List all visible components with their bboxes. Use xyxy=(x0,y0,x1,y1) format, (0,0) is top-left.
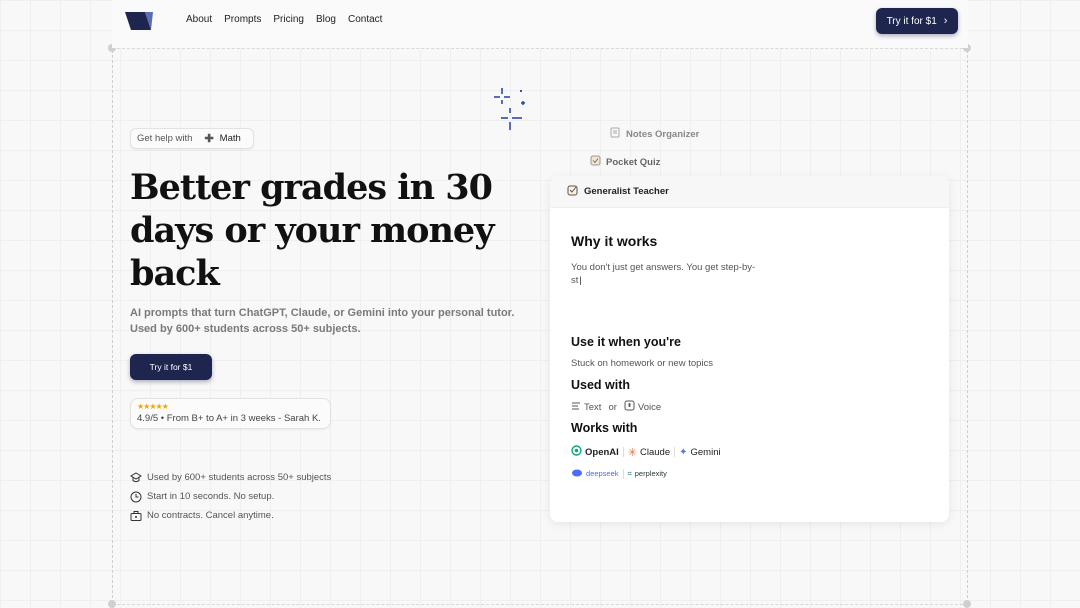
rating-stars: ★★★★★ xyxy=(137,402,169,411)
nav-link-blog[interactable]: Blog xyxy=(316,14,336,25)
used-with-title: Used with xyxy=(571,378,631,392)
feature-item: Start in 10 seconds. No setup. xyxy=(130,487,331,506)
models-row-2: deepseek ⌗ perplexity xyxy=(571,468,667,479)
nav-link-prompts[interactable]: Prompts xyxy=(224,14,261,25)
use-text: Stuck on homework or new topics xyxy=(571,358,714,369)
hero-cta-button[interactable]: Try it for $1 xyxy=(130,354,212,380)
tab-pocket-quiz[interactable]: Pocket Quiz xyxy=(590,155,660,169)
model-gemini: ✦ Gemini xyxy=(679,446,721,458)
separator xyxy=(622,468,624,479)
feature-list: Used by 600+ students across 50+ subject… xyxy=(130,468,331,525)
subject-pill[interactable]: Get help with ✚ Math xyxy=(130,128,254,149)
feature-item: Used by 600+ students across 50+ subject… xyxy=(130,468,331,487)
frame-guide-bottom xyxy=(112,604,968,605)
feature-text: Start in 10 seconds. No setup. xyxy=(147,491,275,502)
nav-cta-button[interactable]: Try it for $1 › xyxy=(876,8,958,34)
frame-guide-top xyxy=(112,48,968,49)
tab-label: Pocket Quiz xyxy=(606,156,661,168)
page: About Prompts Pricing Blog Contact Try i… xyxy=(0,0,1080,608)
openai-icon xyxy=(571,445,582,459)
frame-guide-left xyxy=(112,0,113,608)
nav-links: About Prompts Pricing Blog Contact xyxy=(186,14,382,25)
card-title: Generalist Teacher xyxy=(584,186,669,197)
model-deepseek: deepseek xyxy=(571,468,619,479)
why-text-line2: st| xyxy=(571,275,582,286)
hero-cta-label: Try it for $1 xyxy=(149,362,193,372)
works-with-title: Works with xyxy=(571,421,638,435)
claude-icon: ✳ xyxy=(627,446,637,459)
graduation-cap-icon xyxy=(130,471,142,484)
nav-link-pricing[interactable]: Pricing xyxy=(273,14,304,25)
quiz-icon xyxy=(590,155,601,169)
feature-text: Used by 600+ students across 50+ subject… xyxy=(147,472,332,483)
feature-text: No contracts. Cancel anytime. xyxy=(147,510,274,521)
frame-guide-right xyxy=(967,0,968,608)
use-title: Use it when you're xyxy=(571,335,681,349)
model-claude: ✳ Claude xyxy=(627,446,671,459)
hero-headline: Better grades in 30 days or your money b… xyxy=(130,167,495,294)
separator xyxy=(622,447,624,457)
frame-handle xyxy=(963,600,971,608)
tab-label: Notes Organizer xyxy=(626,128,700,140)
sparkle-icon xyxy=(494,88,525,130)
text-lines-icon xyxy=(571,401,581,415)
nav-link-about[interactable]: About xyxy=(186,14,212,25)
chevron-right-icon: › xyxy=(943,15,948,27)
teacher-icon xyxy=(567,184,579,199)
used-with-text: Text xyxy=(584,402,602,413)
pill-subject: Math xyxy=(219,133,241,144)
frame-handle xyxy=(108,600,116,608)
used-with-voice: Voice xyxy=(637,402,662,413)
perplexity-icon: ⌗ xyxy=(627,468,632,478)
plus-icon: ✚ xyxy=(204,133,214,145)
separator xyxy=(674,447,676,457)
why-title: Why it works xyxy=(571,233,658,249)
notes-icon xyxy=(610,127,621,141)
logo-icon[interactable] xyxy=(125,12,153,30)
briefcase-icon xyxy=(130,510,142,522)
tab-notes-organizer[interactable]: Notes Organizer xyxy=(610,127,699,141)
rating-badge: ★★★★★ 4.9/5 • From B+ to A+ in 3 weeks -… xyxy=(130,398,331,429)
models-row-1: OpenAI ✳ Claude ✦ Gemini xyxy=(571,445,721,459)
used-with-row: Text or Voice xyxy=(571,400,661,415)
feature-item: No contracts. Cancel anytime. xyxy=(130,506,331,525)
clock-icon xyxy=(130,491,142,503)
model-openai: OpenAI xyxy=(571,445,619,459)
prompt-card: Generalist Teacher Why it works You don'… xyxy=(550,176,949,522)
top-nav: About Prompts Pricing Blog Contact Try i… xyxy=(112,0,968,48)
nav-link-contact[interactable]: Contact xyxy=(348,14,382,25)
why-text-line1: You don't just get answers. You get step… xyxy=(571,262,756,273)
rating-text: 4.9/5 • From B+ to A+ in 3 weeks - Sarah… xyxy=(137,413,321,424)
tab-generalist-teacher[interactable]: Generalist Teacher xyxy=(550,176,949,208)
voice-icon xyxy=(624,400,635,415)
hero-subheadline: AI prompts that turn ChatGPT, Claude, or… xyxy=(130,307,515,335)
gemini-icon: ✦ xyxy=(679,446,688,458)
deepseek-icon xyxy=(571,468,583,479)
nav-cta-label: Try it for $1 xyxy=(886,15,937,27)
used-with-or: or xyxy=(608,402,617,413)
model-perplexity: ⌗ perplexity xyxy=(627,468,667,479)
pill-prefix: Get help with xyxy=(137,133,193,144)
